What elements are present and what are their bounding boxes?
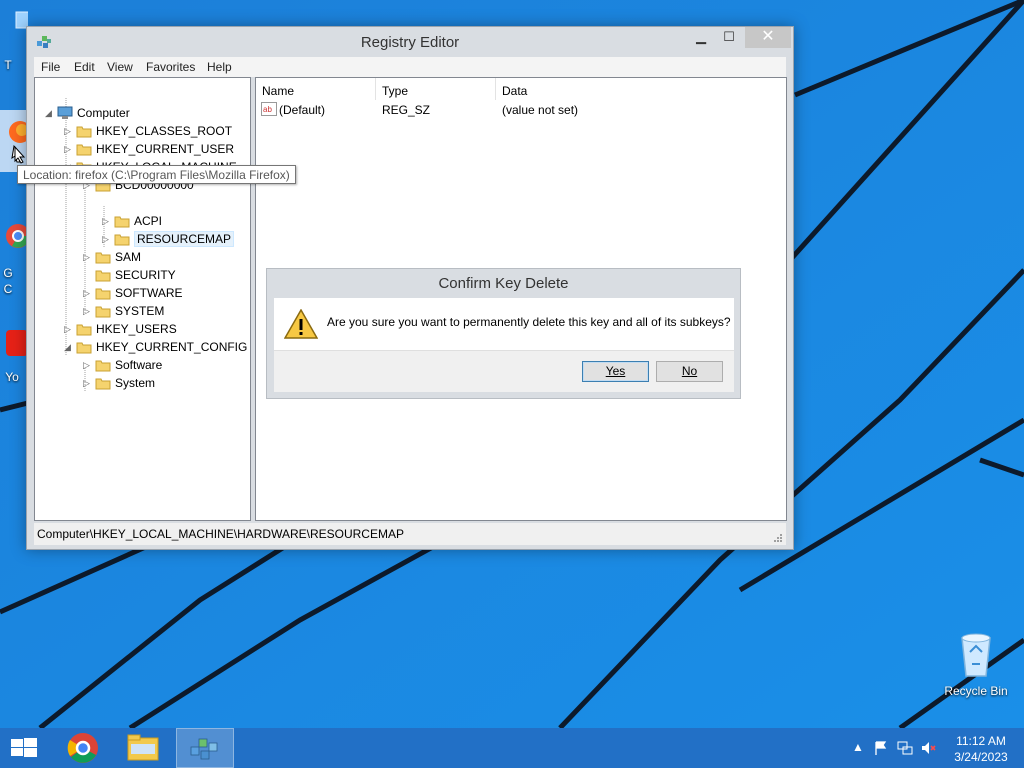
file-explorer-icon — [127, 734, 159, 761]
location-tooltip: Location: firefox (C:\Program Files\Mozi… — [17, 165, 296, 184]
taskbar-chrome[interactable] — [54, 728, 112, 768]
recycle-bin-label: Recycle Bin — [944, 684, 1008, 698]
recycle-bin[interactable]: Recycle Bin — [940, 630, 1012, 700]
start-button[interactable] — [0, 728, 48, 768]
folder-icon — [95, 252, 111, 264]
tree-node-label: HKEY_CURRENT_CONFIG — [96, 340, 248, 354]
folder-icon — [95, 306, 111, 318]
tree-node-label: SECURITY — [115, 268, 176, 282]
folder-icon — [76, 126, 92, 138]
tree-expander[interactable]: ◢ — [64, 342, 74, 353]
no-button[interactable]: No — [656, 361, 723, 382]
tree-expander[interactable]: ▷ — [83, 252, 93, 263]
tree-node-label: ACPI — [134, 214, 163, 228]
window-title: Registry Editor — [360, 34, 460, 51]
tree-expander[interactable]: ▷ — [102, 234, 112, 245]
tree-expander[interactable]: ▷ — [64, 144, 74, 155]
tree-node-label: SOFTWARE — [115, 286, 183, 300]
chrome-icon — [67, 733, 98, 763]
tree-node-label: Computer — [77, 106, 130, 120]
menu-favorites[interactable]: Favorites — [146, 60, 195, 74]
windows-logo-icon — [11, 738, 37, 757]
tree-node-label: Software — [115, 358, 163, 372]
minimize-button[interactable]: ▁ — [687, 27, 715, 48]
menu-file[interactable]: File — [41, 60, 60, 74]
folder-icon — [76, 144, 92, 156]
value-data: (value not set) — [502, 103, 579, 117]
tree-node-label: HKEY_USERS — [96, 322, 177, 336]
menu-edit[interactable]: Edit — [74, 60, 95, 74]
dialog-button-bar: Yes No — [274, 350, 734, 392]
value-row[interactable]: ab (Default) REG_SZ (value not set) — [256, 100, 786, 118]
value-type: REG_SZ — [382, 103, 431, 117]
clock-date: 3/24/2023 — [954, 750, 1008, 764]
this-pc-icon[interactable] — [0, 10, 31, 58]
taskbar-registry-editor[interactable] — [176, 728, 234, 768]
action-center-flag-icon[interactable] — [873, 740, 889, 756]
confirm-delete-dialog: Confirm Key Delete Are you sure you want… — [266, 268, 741, 399]
menu-view[interactable]: View — [107, 60, 133, 74]
recycle-bin-icon — [961, 633, 991, 677]
column-header-type[interactable]: Type — [376, 78, 496, 100]
resize-grip-icon[interactable] — [772, 532, 782, 542]
folder-icon — [114, 216, 130, 228]
value-name: (Default) — [279, 103, 326, 117]
title-bar[interactable]: Registry Editor ▁ ☐ ✕ — [27, 27, 793, 57]
folder-icon — [114, 234, 130, 246]
volume-muted-icon[interactable] — [921, 740, 937, 756]
svg-text:ab: ab — [263, 105, 272, 114]
yes-button[interactable]: Yes — [582, 361, 649, 382]
menu-help[interactable]: Help — [207, 60, 232, 74]
key-tree[interactable]: ◢ Computer ▷ HKEY_CLASSES_ROOT ▷ HKEY_CURRENT… — [34, 77, 251, 521]
column-header-name[interactable]: Name — [256, 78, 376, 100]
tree-node-label: HKEY_CLASSES_ROOT — [96, 124, 233, 138]
tree-expander[interactable]: ▷ — [102, 216, 112, 227]
folder-icon — [76, 324, 92, 336]
dialog-message: Are you sure you want to permanently del… — [327, 315, 731, 329]
show-hidden-icons-button[interactable]: ▲ — [850, 740, 866, 756]
taskbar: ▲ 11:12 AM 3/24/2023 — [0, 728, 1024, 768]
tree-expander[interactable]: ▷ — [83, 360, 93, 371]
tree-node-label: System — [115, 376, 156, 390]
computer-icon — [57, 106, 73, 119]
close-button[interactable]: ✕ — [745, 27, 791, 48]
system-clock[interactable]: 11:12 AM 3/24/2023 — [946, 733, 1016, 765]
tree-node-label: HKEY_CURRENT_USER — [96, 142, 235, 156]
tree-node-label: SAM — [115, 250, 142, 264]
network-icon[interactable] — [897, 740, 913, 756]
yes-button-label: Yes — [605, 364, 626, 378]
mouse-cursor-icon — [14, 146, 26, 164]
youtube-desktop-icon[interactable] — [0, 326, 28, 362]
tree-expander[interactable]: ▷ — [64, 126, 74, 137]
folder-icon — [95, 270, 111, 282]
folder-icon — [95, 378, 111, 390]
status-bar: Computer\HKEY_LOCAL_MACHINE\HARDWARE\RES… — [34, 523, 786, 545]
no-button-label: No — [681, 364, 698, 378]
string-value-icon: ab — [261, 102, 277, 116]
maximize-button[interactable]: ☐ — [715, 27, 743, 48]
clock-time: 11:12 AM — [956, 734, 1006, 748]
menu-bar: File Edit View Favorites Help — [34, 57, 786, 77]
warning-icon — [284, 309, 318, 339]
taskbar-file-explorer[interactable] — [114, 728, 172, 768]
dialog-title: Confirm Key Delete — [438, 275, 569, 292]
folder-icon — [95, 360, 111, 372]
status-path: Computer\HKEY_LOCAL_MACHINE\HARDWARE\RES… — [37, 527, 404, 541]
tree-expander[interactable]: ▷ — [83, 378, 93, 389]
tree-node-label: SYSTEM — [115, 304, 165, 318]
tree-expander[interactable]: ▷ — [64, 324, 74, 335]
tree-expander[interactable]: ▷ — [83, 288, 93, 299]
tree-node-label: RESOURCEMAP — [134, 231, 235, 247]
folder-icon — [76, 342, 92, 354]
regedit-icon — [190, 738, 218, 760]
dialog-body: Are you sure you want to permanently del… — [274, 298, 734, 350]
column-header-data[interactable]: Data — [496, 78, 786, 100]
tree-expander[interactable]: ▷ — [83, 306, 93, 317]
tree-expander[interactable]: ◢ — [45, 108, 55, 119]
folder-icon — [95, 288, 111, 300]
chrome-desktop-icon[interactable] — [0, 220, 30, 256]
